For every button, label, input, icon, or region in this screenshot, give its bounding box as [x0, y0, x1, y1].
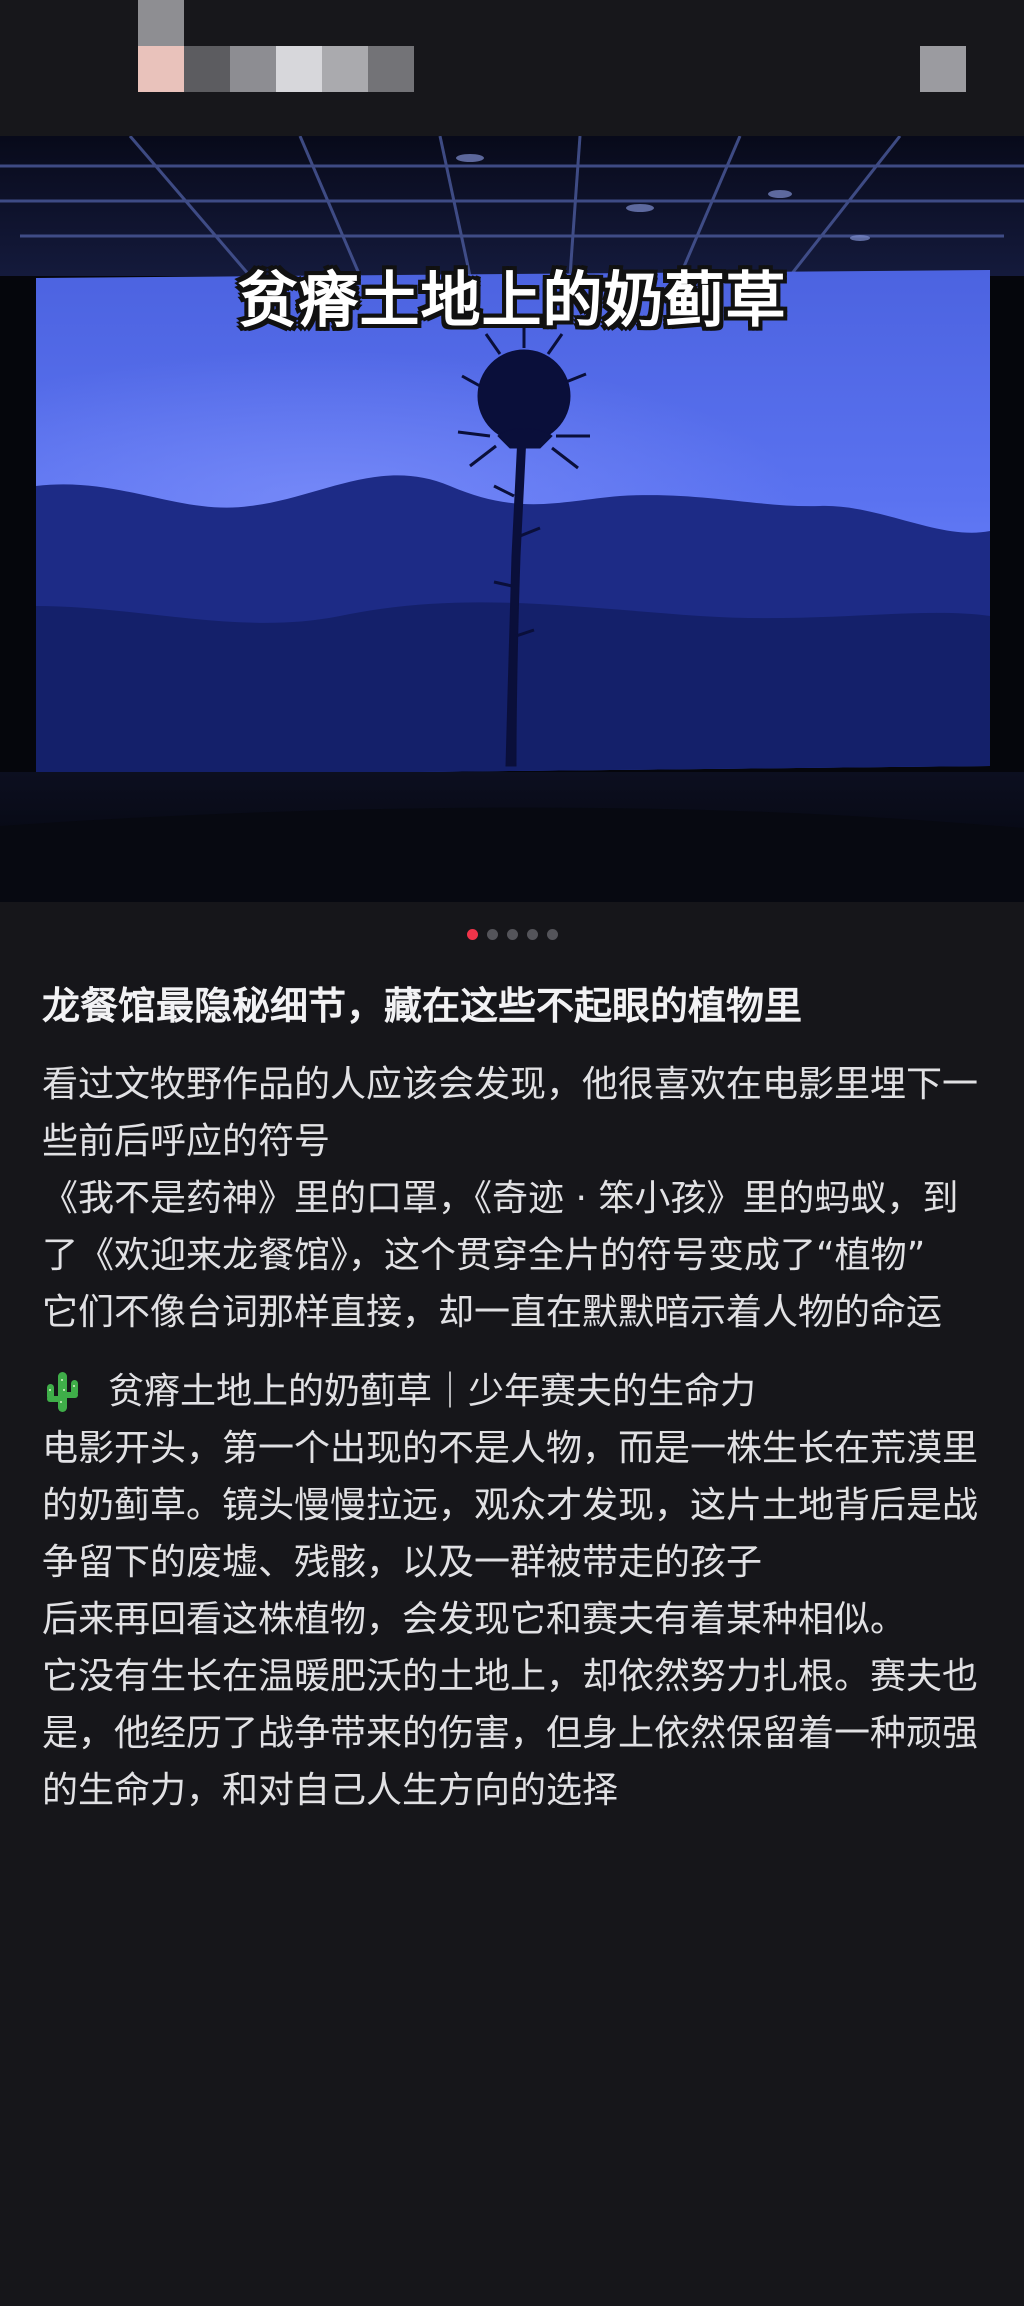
blurred-username[interactable]	[138, 46, 414, 92]
carousel-dot[interactable]	[526, 928, 538, 940]
post-title: 龙餐馆最隐秘细节，藏在这些不起眼的植物里	[42, 984, 803, 1028]
section-paragraph: 电影开头，第一个出现的不是人物，而是一株生长在荒漠里的奶蓟草。镜头慢慢拉远，观众…	[42, 1428, 979, 1583]
blurred-avatar[interactable]	[138, 0, 184, 46]
section-paragraph: 它没有生长在温暖肥沃的土地上，却依然努力扎根。赛夫也是，他经历了战争带来的伤害，…	[42, 1656, 979, 1811]
intro-paragraph: 看过文牧野作品的人应该会发现，他很喜欢在电影里埋下一些前后呼应的符号	[42, 1064, 979, 1162]
carousel-dot[interactable]	[546, 928, 558, 940]
cactus-icon	[42, 1368, 82, 1416]
carousel-dot[interactable]	[506, 928, 518, 940]
carousel-indicator	[0, 926, 1024, 942]
intro-paragraph: 《我不是药神》里的口罩，《奇迹 · 笨小孩》里的蚂蚁，到了《欢迎来龙餐馆》，这个…	[42, 1178, 959, 1276]
carousel-dot-active[interactable]	[466, 928, 478, 940]
post-body: 看过文牧野作品的人应该会发现，他很喜欢在电影里埋下一些前后呼应的符号 《我不是药…	[42, 1056, 988, 1819]
post-image[interactable]: 贫瘠土地上的奶蓟草	[0, 136, 1024, 902]
section-heading-text: 贫瘠土地上的奶蓟草｜少年赛夫的生命力	[108, 1371, 757, 1412]
section-paragraph: 后来再回看这株植物，会发现它和赛夫有着某种相似。	[42, 1599, 907, 1640]
section-heading: 贫瘠土地上的奶蓟草｜少年赛夫的生命力	[42, 1363, 988, 1420]
image-caption: 贫瘠土地上的奶蓟草	[237, 266, 787, 336]
blurred-menu-button[interactable]	[920, 46, 966, 92]
top-bar	[0, 0, 1024, 136]
carousel-dot[interactable]	[486, 928, 498, 940]
cinema-screen-illustration	[0, 136, 1024, 902]
intro-paragraph: 它们不像台词那样直接，却一直在默默暗示着人物的命运	[42, 1292, 943, 1333]
